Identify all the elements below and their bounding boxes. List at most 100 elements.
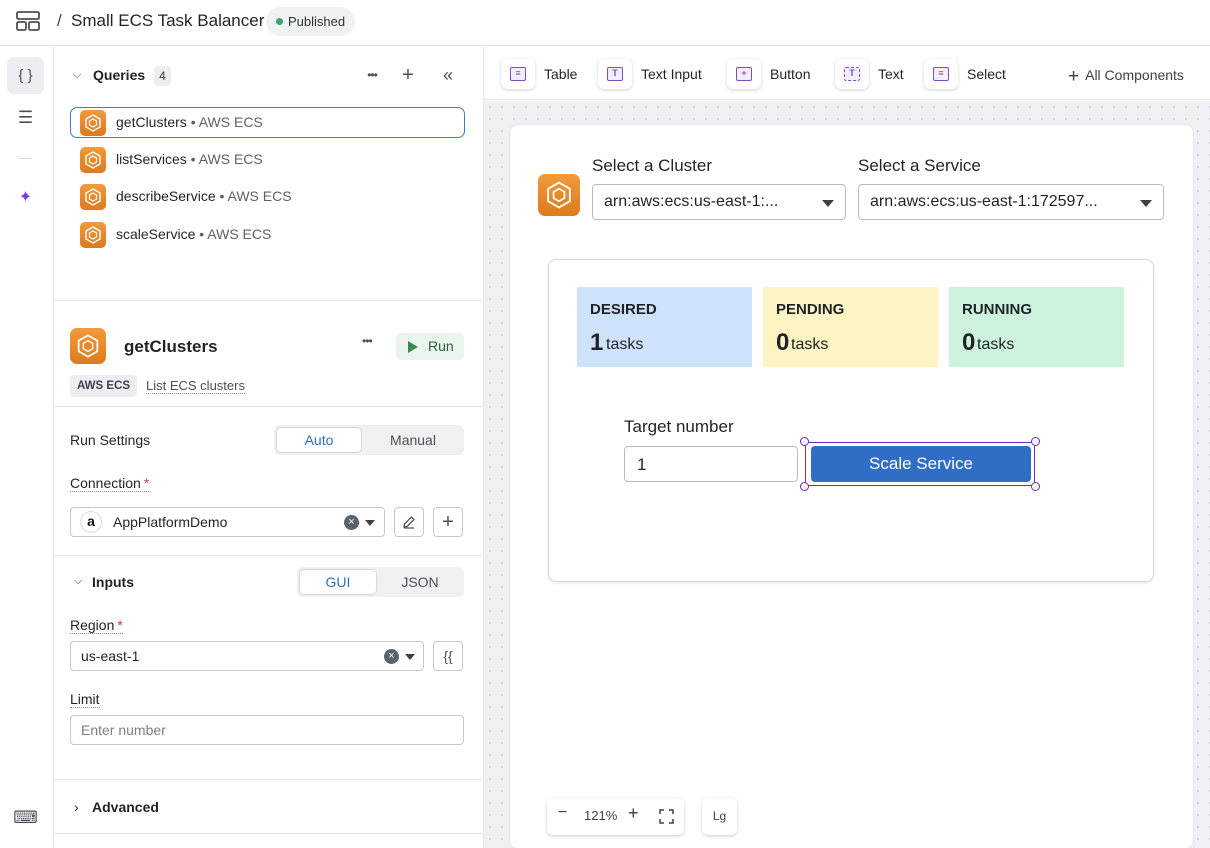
chevron-right-icon[interactable]: ›: [74, 799, 79, 815]
chevron-down-icon[interactable]: ⌵: [74, 575, 82, 588]
components-toolbar: ≡ Table T Text Input + Button T Text ≡ S…: [483, 47, 1210, 100]
component-text-input[interactable]: T Text Input: [598, 59, 702, 89]
run-mode-manual[interactable]: Manual: [366, 428, 460, 452]
queries-panel: ⌵ Queries 4 ••• + « getClusters • AWS EC…: [54, 47, 482, 299]
region-select[interactable]: us-east-1 ×: [70, 641, 424, 671]
aws-ecs-icon: [70, 328, 106, 364]
target-number-label: Target number: [624, 417, 734, 436]
query-item-label: describeService • AWS ECS: [116, 188, 292, 204]
divider: [54, 406, 482, 407]
queries-header: ⌵ Queries 4 ••• + «: [54, 47, 482, 105]
query-item-describeservice[interactable]: describeService • AWS ECS: [70, 181, 465, 212]
app-canvas: Select a Cluster arn:aws:ecs:us-east-1:.…: [483, 101, 1210, 848]
chevron-down-icon[interactable]: ⌵: [73, 69, 81, 82]
region-label: Region *: [70, 617, 123, 634]
inputs-label: Inputs: [92, 574, 134, 590]
clear-icon[interactable]: ×: [384, 649, 399, 664]
zoom-in-icon[interactable]: +: [628, 803, 639, 824]
cluster-select-label: Select a Cluster: [592, 156, 712, 175]
component-text[interactable]: T Text: [835, 59, 904, 89]
select-icon: ≡: [924, 59, 958, 89]
more-options-icon[interactable]: •••: [360, 63, 384, 87]
query-editor: getClusters ••• Run AWS ECS List ECS clu…: [54, 300, 482, 848]
code-braces-icon[interactable]: { }: [7, 57, 44, 94]
query-item-label: scaleService • AWS ECS: [116, 226, 272, 242]
chevron-down-icon[interactable]: [365, 520, 375, 526]
aws-ecs-icon: [80, 110, 106, 136]
viewport-size-button[interactable]: Lg: [702, 798, 737, 835]
zoom-level: 121%: [584, 808, 618, 823]
advanced-section-toggle[interactable]: Advanced: [92, 799, 159, 815]
query-item-label: listServices • AWS ECS: [116, 151, 263, 167]
component-select[interactable]: ≡ Select: [924, 59, 1006, 89]
stat-running: RUNNING 0 tasks: [949, 287, 1124, 367]
divider: [54, 833, 482, 834]
resize-handle[interactable]: [1031, 437, 1040, 446]
divider: [54, 779, 482, 780]
inputs-mode-gui[interactable]: GUI: [300, 570, 376, 594]
stat-pending: PENDING 0 tasks: [763, 287, 938, 367]
plus-icon: +: [1068, 66, 1080, 87]
connection-label: Connection *: [70, 475, 150, 492]
run-mode-toggle: Auto Manual: [274, 425, 464, 455]
selected-component-frame: Scale Service: [800, 437, 1040, 491]
resize-handle[interactable]: [800, 437, 809, 446]
expression-button[interactable]: {{: [433, 641, 463, 671]
limit-input[interactable]: Enter number: [70, 715, 464, 745]
query-item-label: getClusters • AWS ECS: [116, 114, 263, 130]
query-name[interactable]: getClusters: [124, 337, 218, 357]
cluster-select[interactable]: arn:aws:ecs:us-east-1:...: [592, 184, 846, 220]
component-button[interactable]: + Button: [727, 59, 810, 89]
status-label: Published: [288, 14, 346, 29]
status-badge: Published: [266, 7, 356, 36]
pencil-icon: [403, 516, 415, 529]
source-tag: AWS ECS: [70, 375, 138, 397]
list-icon[interactable]: ☰: [7, 99, 44, 136]
zoom-out-icon[interactable]: −: [558, 804, 567, 822]
service-select-label: Select a Service: [858, 156, 981, 175]
left-rail: { } ☰ ✦ ⌨: [0, 47, 54, 848]
sparkle-icon[interactable]: ✦: [7, 178, 44, 215]
aws-ecs-icon: [80, 184, 106, 210]
all-components-button[interactable]: + All Components: [1068, 66, 1184, 88]
connection-select[interactable]: a AppPlatformDemo ×: [70, 507, 385, 537]
app-layout-icon[interactable]: [16, 11, 40, 31]
query-item-getclusters[interactable]: getClusters • AWS ECS: [70, 107, 465, 138]
app-title[interactable]: Small ECS Task Balancer: [71, 11, 264, 31]
query-description: List ECS clusters: [146, 378, 245, 394]
edit-connection-button[interactable]: [394, 507, 424, 537]
aws-ecs-icon: [80, 147, 106, 173]
chevron-down-icon[interactable]: [405, 654, 415, 660]
more-options-icon[interactable]: •••: [362, 334, 373, 348]
aws-ecs-icon[interactable]: [538, 174, 580, 216]
query-item-scaleservice[interactable]: scaleService • AWS ECS: [70, 219, 465, 250]
keyboard-icon[interactable]: ⌨: [7, 799, 44, 836]
service-select[interactable]: arn:aws:ecs:us-east-1:172597...: [858, 184, 1164, 220]
button-icon: +: [727, 59, 761, 89]
fullscreen-icon[interactable]: [659, 809, 674, 824]
component-table[interactable]: ≡ Table: [501, 59, 577, 89]
collapse-panel-icon[interactable]: «: [436, 63, 460, 87]
run-label: Run: [428, 338, 454, 354]
stats-container[interactable]: DESIRED 1 tasks PENDING 0 tasks RUNNING …: [548, 259, 1154, 582]
run-mode-auto[interactable]: Auto: [277, 428, 361, 452]
target-number-input[interactable]: 1: [624, 446, 798, 482]
query-item-listservices[interactable]: listServices • AWS ECS: [70, 144, 465, 175]
resize-handle[interactable]: [1031, 482, 1040, 491]
connection-value: AppPlatformDemo: [113, 514, 228, 530]
add-connection-button[interactable]: +: [433, 507, 463, 537]
inputs-mode-json[interactable]: JSON: [380, 570, 460, 594]
scale-service-button[interactable]: Scale Service: [811, 446, 1031, 482]
run-settings-label: Run Settings: [70, 432, 151, 448]
clear-icon[interactable]: ×: [344, 515, 359, 530]
amazon-logo-icon: a: [81, 512, 101, 532]
add-query-icon[interactable]: +: [396, 63, 420, 87]
status-dot-icon: [276, 18, 283, 25]
resize-handle[interactable]: [800, 482, 809, 491]
queries-label: Queries: [93, 67, 146, 83]
run-button[interactable]: Run: [396, 333, 464, 360]
divider: [54, 555, 482, 556]
limit-label: Limit: [70, 691, 100, 708]
aws-ecs-icon: [80, 222, 106, 248]
play-icon: [408, 341, 418, 353]
